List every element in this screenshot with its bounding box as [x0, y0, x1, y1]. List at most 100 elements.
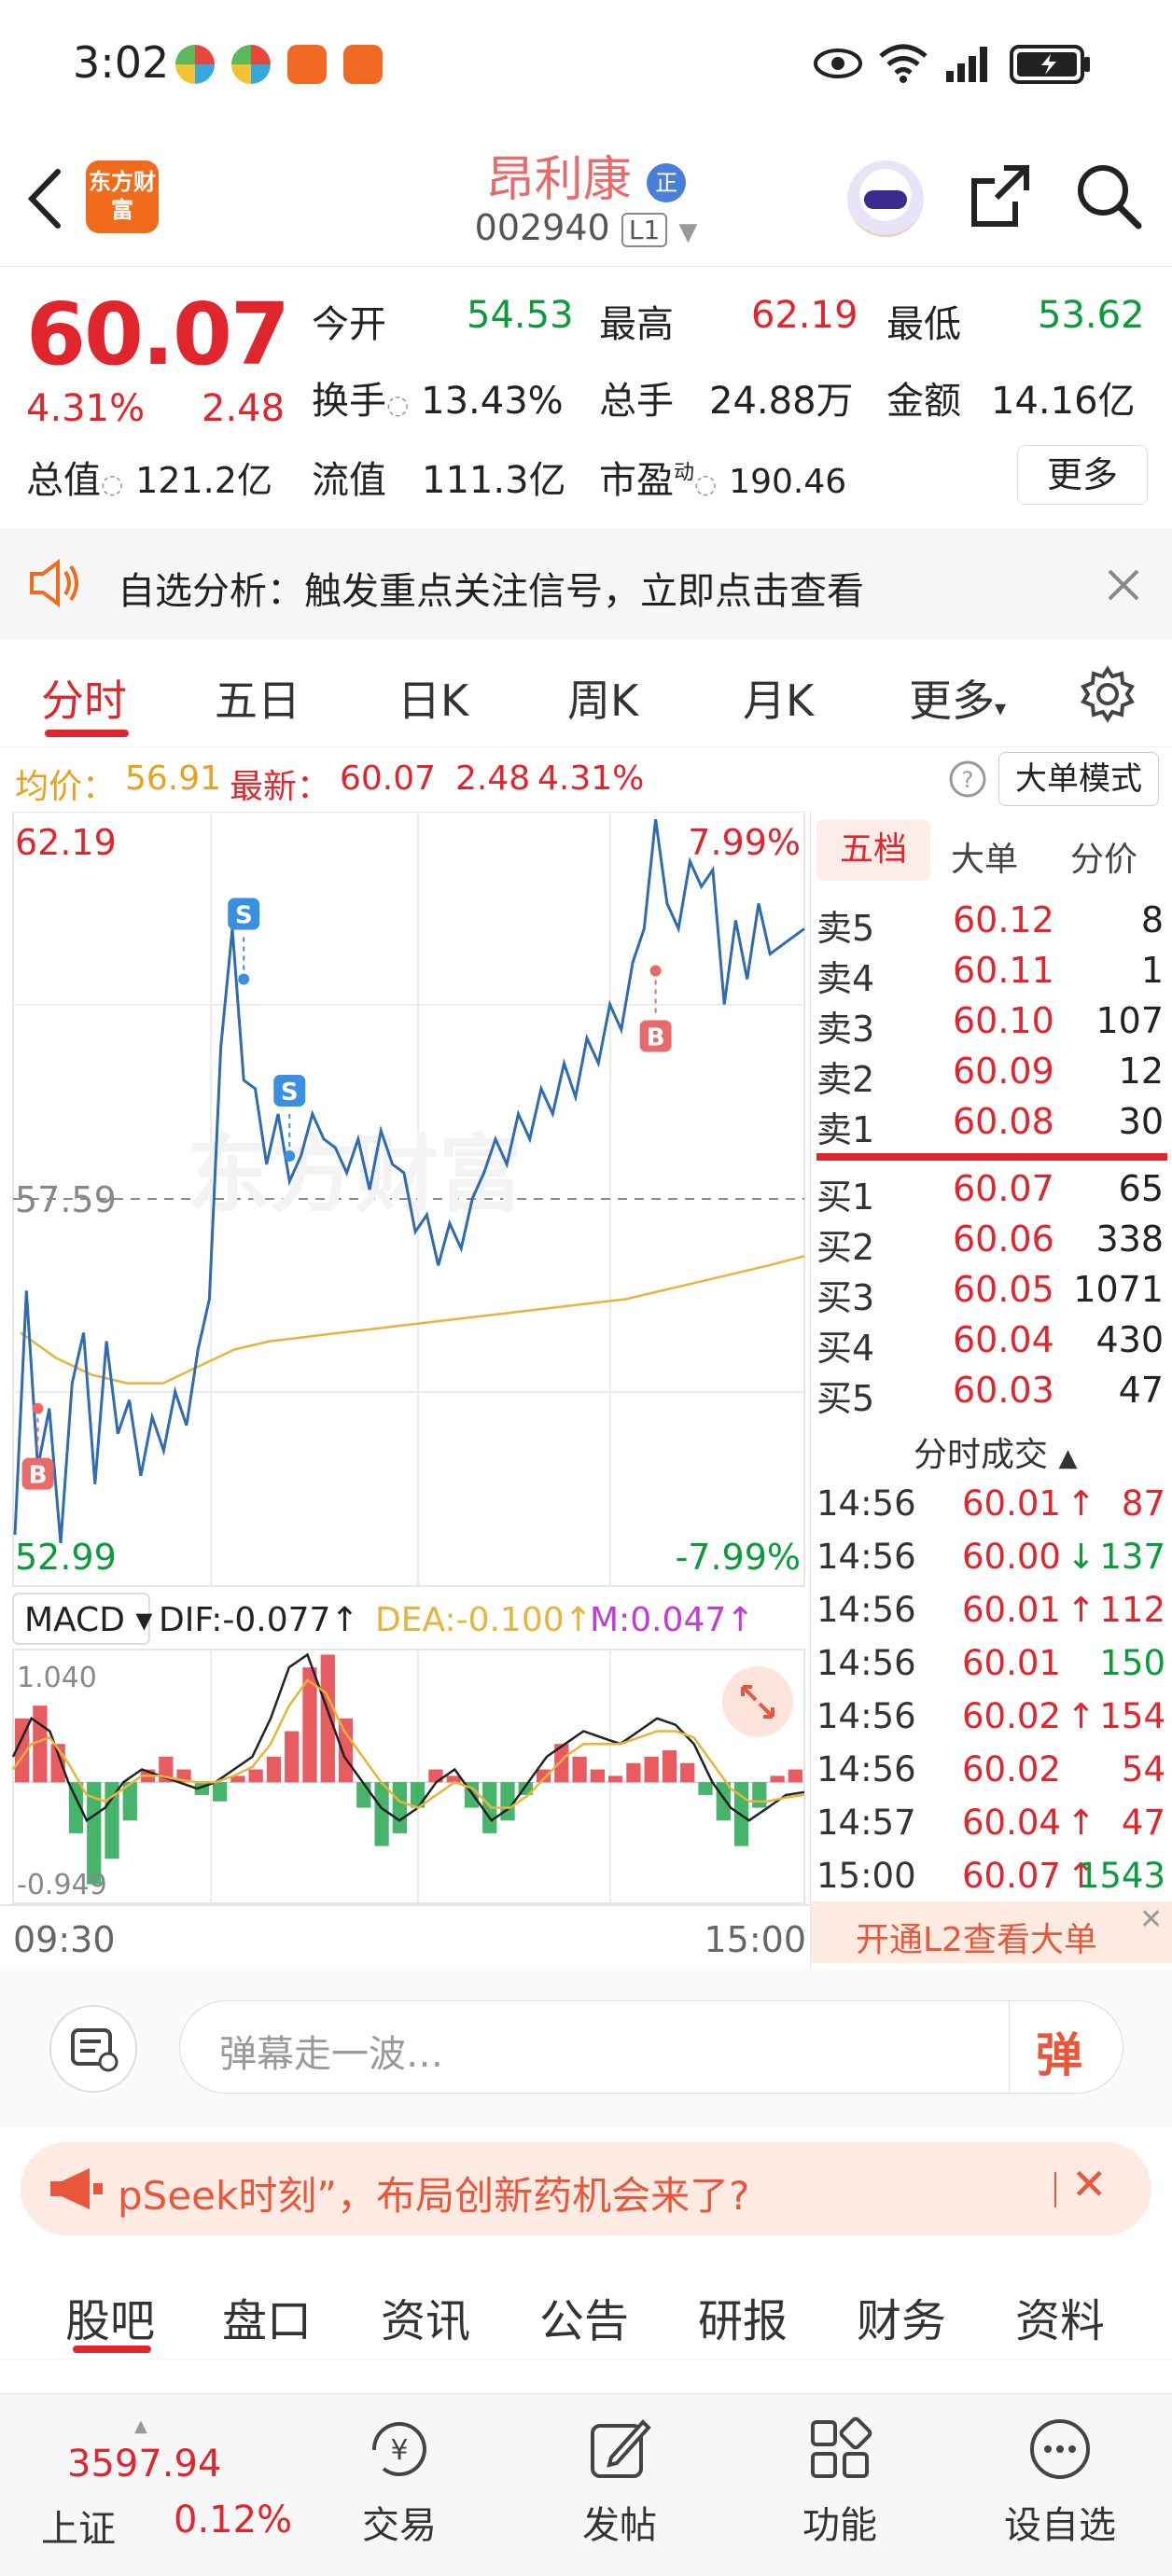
tab-more[interactable]: 更多▾	[909, 667, 1006, 729]
bid-row[interactable]: 买2 60.06 338	[811, 1215, 1172, 1268]
ask-row[interactable]: 卖2 60.09 12	[811, 1047, 1172, 1100]
tab-order-detail[interactable]: 盘口	[222, 2284, 312, 2349]
trade-volume: 87	[1121, 1483, 1165, 1524]
open-value: 54.53	[467, 294, 574, 337]
app-notification-icon	[231, 45, 271, 84]
nav-add-watchlist[interactable]: 设自选	[985, 2413, 1135, 2549]
intraday-chart[interactable]: 东方财富 B S S B 62.19 57.59 52.99 7.99% -7.99% MACD ▾…	[0, 811, 810, 1969]
macd-bar	[285, 1731, 300, 1783]
y-axis-label-prev-close: 57.59	[15, 1179, 117, 1220]
l2-upgrade-banner[interactable]: 开通L2查看大单 ✕	[811, 1901, 1172, 1963]
tab-price-distribution[interactable]: 分价	[1070, 832, 1137, 881]
close-icon[interactable]	[1107, 568, 1140, 602]
macd-bar	[788, 1769, 802, 1783]
macd-bar	[590, 1769, 605, 1783]
tab-forum[interactable]: 股吧	[65, 2284, 155, 2349]
level-volume: 1	[1140, 950, 1164, 991]
tab-financials[interactable]: 财务	[857, 2284, 946, 2349]
macd-dea: DEA:-0.100↑	[375, 1601, 593, 1639]
level-badge[interactable]: L1	[621, 213, 668, 247]
volume-label: 总手	[599, 380, 674, 423]
level-price: 60.03	[953, 1370, 1054, 1411]
chevron-down-icon[interactable]: ▼	[678, 218, 697, 246]
bid-row[interactable]: 买1 60.07 65	[811, 1164, 1172, 1218]
index-quote[interactable]: ▲ 3597.94 上证 0.12%	[37, 2416, 299, 2562]
help-icon[interactable]: ?	[948, 759, 987, 799]
enterprise-badge: 正	[647, 163, 687, 202]
search-icon[interactable]	[1073, 160, 1144, 231]
time-axis-start: 09:30	[13, 1919, 116, 1960]
more-button[interactable]: 更多	[1017, 445, 1148, 505]
close-icon[interactable]: ✕	[1139, 1903, 1163, 1936]
share-icon[interactable]	[967, 160, 1034, 231]
tab-announcements[interactable]: 公告	[539, 2284, 629, 2349]
news-ticker[interactable]: pSeek时刻”，布局创新药机会来了? ✕	[21, 2142, 1151, 2235]
tab-big-orders[interactable]: 大单	[951, 832, 1018, 881]
level-price: 60.10	[953, 1000, 1054, 1041]
bid-row[interactable]: 买4 60.04 430	[811, 1316, 1172, 1369]
macd-label: MACD ▾	[24, 1601, 152, 1639]
barrage-input[interactable]: 弹幕走一波… 弹	[179, 2000, 1123, 2094]
tab-daily-k[interactable]: 日K	[398, 667, 468, 729]
avg-price-value: 56.91	[125, 759, 222, 798]
assistant-avatar[interactable]	[847, 160, 924, 237]
big-order-mode-button[interactable]: 大单模式	[998, 752, 1159, 806]
tab-research[interactable]: 研报	[698, 2284, 788, 2349]
tab-profile[interactable]: 资料	[1015, 2284, 1105, 2349]
order-book: 五档 大单 分价 卖5 60.12 8 卖4 60.11 1 卖3 60.10 107 卖2 60.…	[810, 812, 1172, 1969]
news-text: pSeek时刻”，布局创新药机会来了?	[118, 2173, 750, 2219]
megaphone-icon	[50, 2168, 103, 2209]
level-price: 60.11	[953, 950, 1054, 991]
tab-five-day[interactable]: 五日	[215, 667, 300, 729]
analysis-banner[interactable]: 自选分析：触发重点关注信号，立即点击查看	[0, 529, 1172, 639]
buy-signal-label: B	[647, 1024, 665, 1052]
app-notification-icon	[343, 45, 383, 84]
market-cap: 总值◌ 121.2亿	[26, 459, 272, 502]
nav-trade[interactable]: ¥ 交易	[325, 2413, 474, 2549]
trades-title[interactable]: 分时成交 ▲	[914, 1427, 1077, 1476]
float-label: 流值	[312, 459, 386, 502]
signal-icon	[946, 47, 987, 82]
macd-bar	[33, 1706, 48, 1783]
index-value: 3597.94	[67, 2443, 222, 2485]
level-label: 卖4	[816, 958, 875, 999]
bid-row[interactable]: 买3 60.05 1071	[811, 1265, 1172, 1318]
nav-post[interactable]: 发帖	[545, 2413, 694, 2549]
amount-label: 金额	[886, 380, 961, 423]
level-price: 60.05	[953, 1269, 1054, 1310]
edit-icon	[591, 2419, 651, 2478]
level-price: 60.06	[953, 1218, 1054, 1260]
arrow-up-icon: ↑	[1067, 1590, 1096, 1630]
tab-intraday[interactable]: 分时	[41, 667, 127, 729]
trade-price: 60.07	[962, 1856, 1061, 1896]
trade-price: 60.01	[962, 1590, 1061, 1630]
tab-five-levels[interactable]: 五档	[816, 819, 930, 881]
macd-bar	[213, 1782, 228, 1802]
tab-news[interactable]: 资讯	[381, 2284, 470, 2349]
trade-time: 14:56	[816, 1696, 916, 1736]
ask-row[interactable]: 卖4 60.11 1	[811, 946, 1172, 999]
barrage-settings-icon[interactable]	[49, 2004, 138, 2094]
gear-icon[interactable]	[1079, 665, 1137, 723]
nav-functions[interactable]: 功能	[765, 2413, 914, 2549]
level-volume: 1071	[1073, 1269, 1164, 1310]
trade-volume: 1543	[1077, 1856, 1165, 1896]
trade-row: 14:56 60.01 150	[811, 1639, 1172, 1692]
trade-volume: 154	[1099, 1696, 1165, 1736]
trade-volume: 150	[1099, 1643, 1165, 1683]
macd-bar	[374, 1782, 389, 1846]
bid-row[interactable]: 买5 60.03 47	[811, 1366, 1172, 1419]
trade-time: 15:00	[816, 1856, 916, 1896]
y-axis-label-bottom: 52.99	[15, 1537, 117, 1578]
barrage-send-button[interactable]: 弹	[1009, 2001, 1122, 2093]
trade-price: 60.02	[962, 1696, 1061, 1736]
tab-monthly-k[interactable]: 月K	[743, 667, 814, 729]
comment-bar: 弹幕走一波… 弹	[0, 1969, 1172, 2127]
close-icon[interactable]: ✕	[1071, 2159, 1108, 2209]
latest-value: 60.07	[340, 759, 437, 798]
tab-weekly-k[interactable]: 周K	[567, 667, 638, 729]
ask-row[interactable]: 卖3 60.10 107	[811, 996, 1172, 1050]
chart-canvas[interactable]: 东方财富 B S S B 62.19 57.59 52.99 7.99% -7.99% MACD ▾…	[0, 811, 810, 1969]
ask-row[interactable]: 卖1 60.08 30	[811, 1097, 1172, 1150]
ask-row[interactable]: 卖5 60.12 8	[811, 896, 1172, 949]
